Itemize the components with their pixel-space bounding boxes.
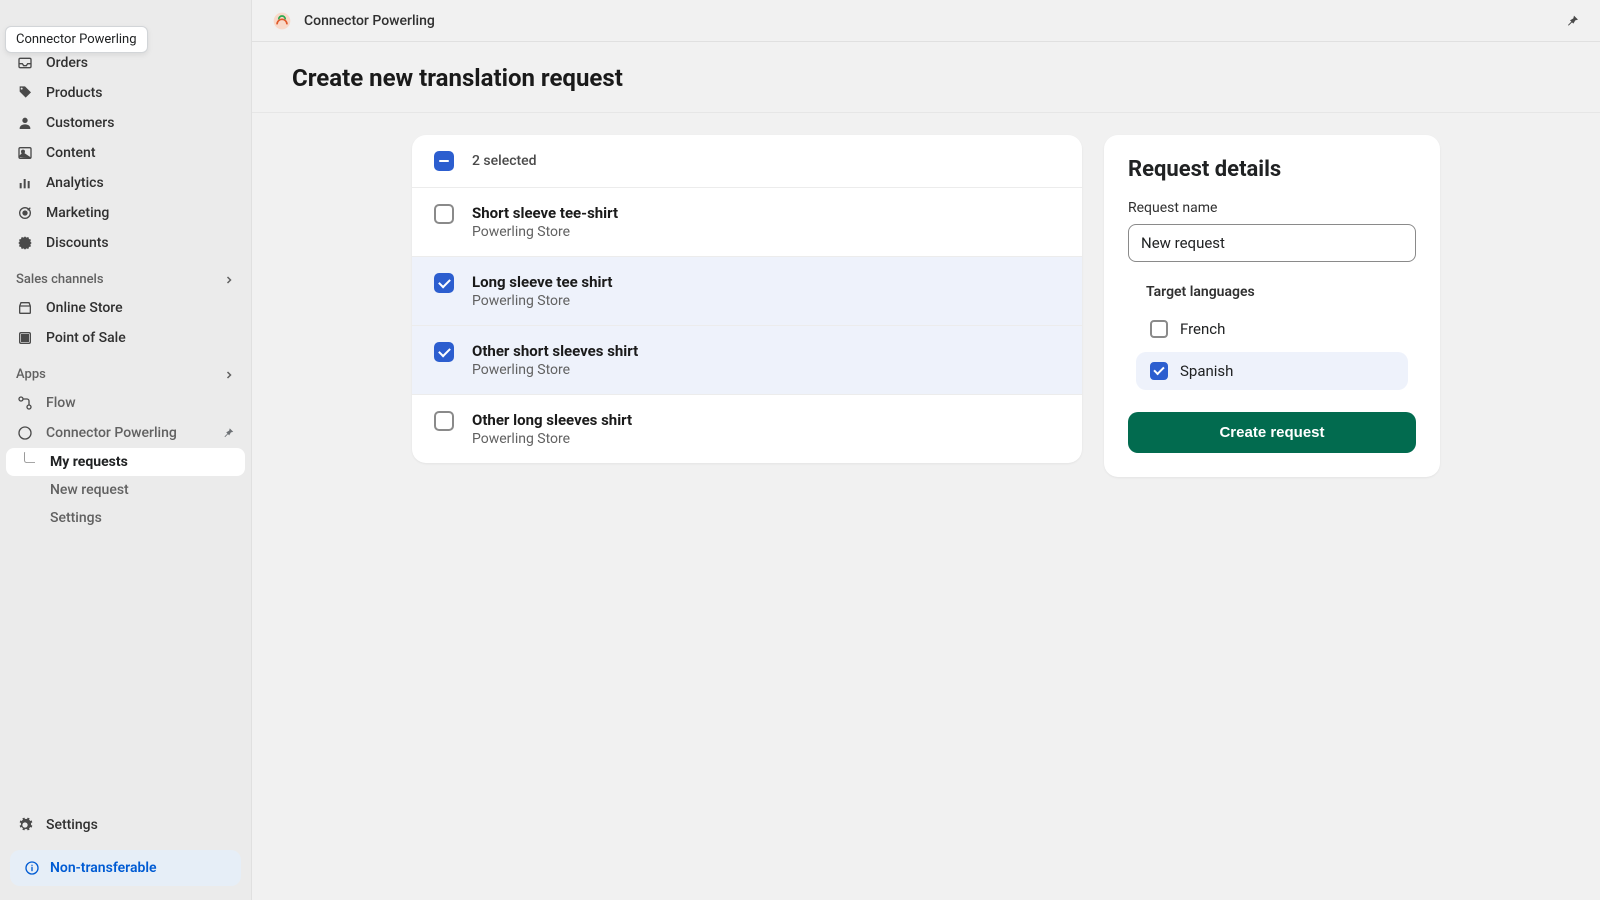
page-title: Create new translation request — [252, 42, 1600, 113]
nav-label: Flow — [46, 395, 76, 411]
target-icon — [16, 204, 34, 222]
nav-settings[interactable]: Settings — [0, 810, 251, 840]
nav-label: Point of Sale — [46, 330, 126, 346]
nav-content[interactable]: Content — [0, 138, 251, 168]
nav-online-store[interactable]: Online Store — [0, 293, 251, 323]
products-card: 2 selected Short sleeve tee-shirt Powerl… — [412, 135, 1082, 463]
nav-label: Content — [46, 145, 96, 161]
app-icon — [16, 424, 34, 442]
details-card: Request details Request name Target lang… — [1104, 135, 1440, 477]
info-icon — [24, 860, 40, 876]
badge-label: Non-transferable — [50, 860, 157, 876]
product-checkbox[interactable] — [434, 342, 454, 362]
language-label: French — [1180, 320, 1225, 338]
nav-label: Discounts — [46, 235, 109, 251]
nav-label: Marketing — [46, 205, 109, 221]
nav-connector-powerling[interactable]: Connector Powerling — [0, 418, 251, 448]
discount-icon — [16, 234, 34, 252]
nav-flow[interactable]: Flow — [0, 388, 251, 418]
chevron-right-icon — [223, 274, 235, 286]
products-header: 2 selected — [412, 135, 1082, 188]
target-languages-label: Target languages — [1146, 284, 1416, 300]
nav-label: Online Store — [46, 300, 123, 316]
product-row[interactable]: Long sleeve tee shirt Powerling Store — [412, 257, 1082, 326]
nav-label: Connector Powerling — [46, 425, 177, 441]
section-apps[interactable]: Apps — [0, 353, 251, 388]
gear-icon — [16, 816, 34, 834]
product-name: Long sleeve tee shirt — [472, 273, 612, 291]
sidebar: Connector Powerling Home Orders Products… — [0, 0, 252, 900]
nav-label: Analytics — [46, 175, 104, 191]
product-store: Powerling Store — [472, 293, 612, 309]
product-store: Powerling Store — [472, 224, 618, 240]
product-checkbox[interactable] — [434, 204, 454, 224]
details-title: Request details — [1128, 157, 1416, 182]
non-transferable-badge[interactable]: Non-transferable — [10, 850, 241, 886]
product-checkbox[interactable] — [434, 273, 454, 293]
tag-icon — [16, 84, 34, 102]
language-checkbox[interactable] — [1150, 362, 1168, 380]
product-store: Powerling Store — [472, 431, 632, 447]
product-row[interactable]: Other long sleeves shirt Powerling Store — [412, 395, 1082, 463]
inbox-icon — [16, 54, 34, 72]
main-nav: Home Orders Products Customers Content A… — [0, 18, 251, 258]
pin-icon[interactable] — [1564, 13, 1580, 29]
nav-discounts[interactable]: Discounts — [0, 228, 251, 258]
section-label: Apps — [16, 367, 46, 382]
language-label: Spanish — [1180, 362, 1233, 380]
request-name-label: Request name — [1128, 200, 1416, 216]
main: Connector Powerling Create new translati… — [252, 0, 1600, 900]
nav-pos[interactable]: Point of Sale — [0, 323, 251, 353]
section-label: Sales channels — [16, 272, 104, 287]
store-icon — [16, 299, 34, 317]
sub-my-requests[interactable]: My requests — [6, 448, 245, 476]
product-name: Other short sleeves shirt — [472, 342, 638, 360]
sub-new-request[interactable]: New request — [6, 476, 245, 504]
nav-label: Customers — [46, 115, 114, 131]
chart-icon — [16, 174, 34, 192]
app-submenu: My requests New request Settings — [0, 448, 251, 532]
nav-customers[interactable]: Customers — [0, 108, 251, 138]
nav-products[interactable]: Products — [0, 78, 251, 108]
select-all-checkbox[interactable] — [434, 151, 454, 171]
product-row[interactable]: Other short sleeves shirt Powerling Stor… — [412, 326, 1082, 395]
nav-label: Orders — [46, 55, 88, 71]
nav-marketing[interactable]: Marketing — [0, 198, 251, 228]
flow-icon — [16, 394, 34, 412]
nav-label: Settings — [46, 817, 98, 833]
image-icon — [16, 144, 34, 162]
app-logo-icon — [272, 11, 292, 31]
topbar: Connector Powerling — [252, 0, 1600, 42]
product-name: Short sleeve tee-shirt — [472, 204, 618, 222]
app-title: Connector Powerling — [304, 13, 435, 29]
pin-icon[interactable] — [221, 426, 235, 440]
language-row[interactable]: French — [1136, 310, 1408, 348]
chevron-right-icon — [223, 369, 235, 381]
user-icon — [16, 114, 34, 132]
tooltip: Connector Powerling — [5, 26, 148, 53]
product-checkbox[interactable] — [434, 411, 454, 431]
sub-settings[interactable]: Settings — [6, 504, 245, 532]
section-sales-channels[interactable]: Sales channels — [0, 258, 251, 293]
nav-label: Products — [46, 85, 103, 101]
product-row[interactable]: Short sleeve tee-shirt Powerling Store — [412, 188, 1082, 257]
language-row[interactable]: Spanish — [1136, 352, 1408, 390]
product-store: Powerling Store — [472, 362, 638, 378]
pos-icon — [16, 329, 34, 347]
selected-count: 2 selected — [472, 153, 537, 169]
product-name: Other long sleeves shirt — [472, 411, 632, 429]
request-name-input[interactable] — [1128, 224, 1416, 262]
create-request-button[interactable]: Create request — [1128, 412, 1416, 453]
language-checkbox[interactable] — [1150, 320, 1168, 338]
nav-analytics[interactable]: Analytics — [0, 168, 251, 198]
